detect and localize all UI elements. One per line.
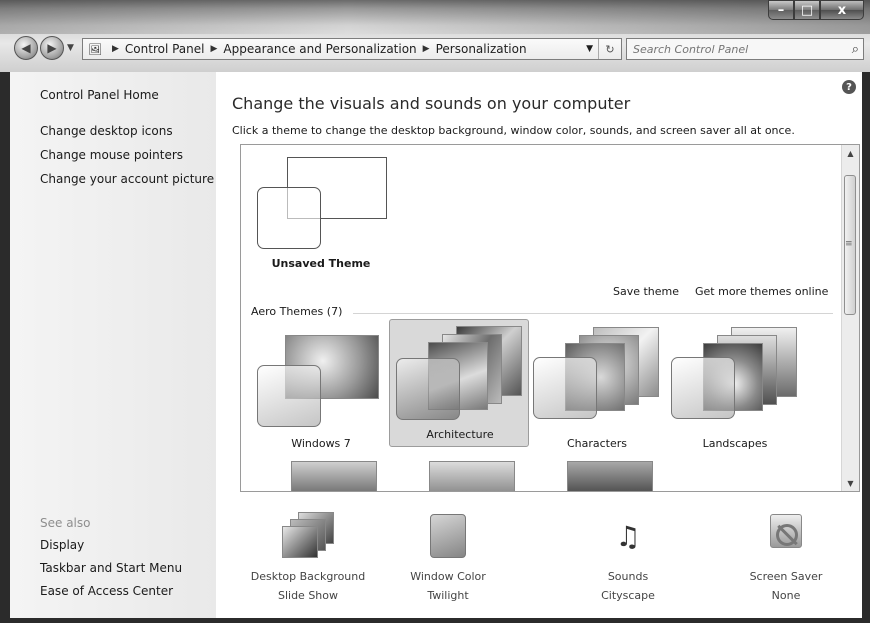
desktop-background-setting[interactable]: Desktop Background Slide Show (238, 512, 378, 602)
personalization-window: – □ x ◀ ▶ ▼ 🖼 ▶ Control Panel ▶ Appearan… (0, 0, 870, 623)
theme-preview-partial[interactable] (567, 461, 653, 491)
windows7-swatch (257, 365, 321, 427)
title-bar (0, 0, 870, 72)
save-theme-link[interactable]: Save theme (613, 285, 679, 298)
address-bar[interactable]: 🖼 ▶ Control Panel ▶ Appearance and Perso… (82, 38, 622, 60)
aero-themes-heading: Aero Themes (7) (251, 305, 343, 318)
back-button[interactable]: ◀ (14, 36, 38, 60)
unsaved-theme-label: Unsaved Theme (271, 257, 371, 270)
sidebar-change-mouse-pointers[interactable]: Change mouse pointers (40, 148, 183, 162)
see-also-display[interactable]: Display (40, 538, 84, 552)
sounds-setting[interactable]: ♫ Sounds Cityscape (558, 512, 698, 602)
themes-panel: Unsaved Theme Save theme Get more themes… (240, 144, 860, 492)
search-box[interactable]: ⌕ (626, 38, 864, 60)
page-title: Change the visuals and sounds on your co… (232, 94, 631, 113)
breadcrumb-arrow-icon[interactable]: ▶ (211, 44, 218, 54)
setting-value: Slide Show (277, 589, 339, 602)
help-icon[interactable]: ? (842, 80, 856, 94)
breadcrumb-arrow-icon[interactable]: ▶ (112, 44, 119, 54)
page-subtitle: Click a theme to change the desktop back… (232, 124, 795, 137)
see-also-taskbar[interactable]: Taskbar and Start Menu (40, 561, 182, 575)
sidebar: Control Panel Home Change desktop icons … (10, 72, 216, 618)
sidebar-change-desktop-icons[interactable]: Change desktop icons (40, 124, 173, 138)
recent-pages-dropdown[interactable]: ▼ (67, 43, 74, 53)
theme-characters[interactable]: Characters (527, 327, 667, 455)
close-button[interactable]: x (820, 0, 864, 20)
landscapes-swatch (671, 357, 735, 419)
breadcrumb-appearance[interactable]: Appearance and Personalization (223, 42, 416, 56)
setting-title: Sounds (607, 570, 649, 583)
music-notes-icon: ♫ (615, 520, 641, 553)
search-icon[interactable]: ⌕ (852, 42, 859, 57)
window-color-icon (418, 512, 478, 562)
setting-value: Cityscape (601, 589, 655, 602)
theme-label: Windows 7 (291, 437, 351, 450)
breadcrumb-personalization[interactable]: Personalization (436, 42, 527, 56)
breadcrumb-arrow-icon[interactable]: ▶ (423, 44, 430, 54)
navigation-buttons: ◀ ▶ ▼ (14, 36, 74, 60)
unsaved-theme-swatch (257, 187, 321, 249)
see-also-heading: See also (40, 516, 91, 530)
search-input[interactable] (627, 41, 845, 57)
screen-saver-setting[interactable]: Screen Saver None (716, 512, 856, 602)
sidebar-control-panel-home[interactable]: Control Panel Home (40, 88, 159, 102)
screen-saver-icon (756, 512, 816, 562)
window-color-setting[interactable]: Window Color Twilight (378, 512, 518, 602)
minimize-button[interactable]: – (768, 0, 794, 20)
sidebar-change-account-picture[interactable]: Change your account picture (40, 172, 214, 186)
control-panel-icon: 🖼 (88, 42, 102, 56)
scroll-down-arrow-icon[interactable]: ▼ (842, 475, 859, 491)
theme-windows-7[interactable]: Windows 7 (251, 327, 391, 455)
scroll-up-arrow-icon[interactable]: ▲ (842, 145, 859, 161)
characters-swatch (533, 357, 597, 419)
breadcrumb-control-panel[interactable]: Control Panel (125, 42, 205, 56)
refresh-button[interactable]: ↻ (598, 39, 621, 59)
theme-landscapes[interactable]: Landscapes (665, 327, 805, 455)
get-more-themes-link[interactable]: Get more themes online (695, 285, 828, 298)
forward-arrow-icon: ▶ (47, 41, 57, 55)
theme-label: Landscapes (702, 437, 768, 450)
architecture-swatch (396, 358, 460, 420)
theme-label: Characters (566, 437, 628, 450)
slideshow-icon (278, 512, 338, 562)
setting-value: None (771, 589, 801, 602)
theme-preview-partial[interactable] (429, 461, 515, 491)
setting-value: Twilight (427, 589, 469, 602)
see-also-ease-of-access[interactable]: Ease of Access Center (40, 584, 173, 598)
setting-title: Screen Saver (749, 570, 823, 583)
theme-architecture[interactable]: Architecture (389, 319, 529, 447)
setting-title: Window Color (410, 570, 486, 583)
content-area: Control Panel Home Change desktop icons … (10, 72, 862, 618)
theme-label: Architecture (426, 428, 494, 441)
forward-button[interactable]: ▶ (40, 36, 64, 60)
setting-title: Desktop Background (250, 570, 366, 583)
themes-scrollbar[interactable]: ▲ ≡ ▼ (841, 145, 859, 491)
refresh-icon: ↻ (605, 42, 615, 56)
theme-preview-partial[interactable] (291, 461, 377, 491)
maximize-button[interactable]: □ (794, 0, 820, 20)
unsaved-theme-tile[interactable]: Unsaved Theme (251, 151, 391, 270)
caption-buttons: – □ x (768, 0, 864, 20)
address-dropdown-icon[interactable]: ▼ (586, 44, 593, 54)
scroll-grip-icon: ≡ (845, 239, 853, 249)
back-arrow-icon: ◀ (21, 41, 31, 55)
section-divider (353, 313, 833, 314)
